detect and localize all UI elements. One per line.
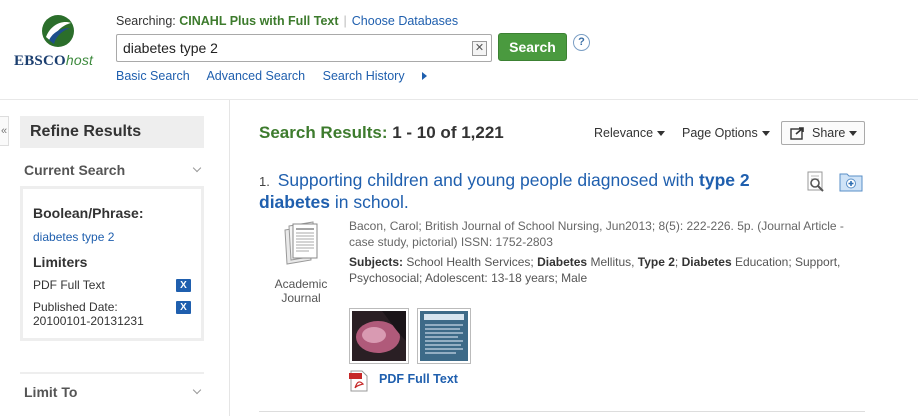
caret-down-icon	[657, 131, 666, 136]
academic-journal-icon	[284, 221, 318, 265]
column-divider	[229, 100, 230, 416]
help-icon[interactable]: ?	[573, 34, 590, 51]
limiter-published-date: Published Date: 20100101-20131231 X	[33, 300, 191, 328]
top-header: EBSCOhost Searching: CINAHL Plus with Fu…	[0, 0, 918, 100]
caret-down-icon	[849, 131, 858, 136]
searching-line: Searching: CINAHL Plus with Full Text | Ch…	[116, 14, 458, 28]
limiter-label: Published Date:	[33, 300, 118, 314]
search-input[interactable]	[123, 39, 463, 57]
pub-type-label: Academic Journal	[267, 277, 335, 305]
triangle-right-icon	[421, 72, 427, 80]
page-options-label: Page Options	[682, 126, 758, 140]
title-highlight: type 2	[699, 170, 750, 190]
result-title-link[interactable]: 1. Supporting children and young people …	[259, 170, 779, 213]
image-thumbnail[interactable]	[417, 308, 471, 364]
subjects-info: Subjects: School Health Services; Diabet…	[349, 254, 849, 286]
share-label: Share	[812, 126, 846, 140]
search-box: ✕	[116, 34, 492, 62]
boolean-phrase-term-link[interactable]: diabetes type 2	[33, 230, 191, 244]
basic-search-link[interactable]: Basic Search	[116, 69, 190, 83]
subjects-text: Mellitus,	[587, 255, 638, 269]
searching-label: Searching:	[116, 14, 176, 28]
refine-results-title: Refine Results	[20, 116, 204, 148]
results-range: 1 - 10 of 1,221	[392, 123, 504, 142]
current-search-header[interactable]: Current Search	[20, 156, 204, 184]
pdf-full-text-link[interactable]: PDF Full Text	[349, 370, 458, 392]
limiter-label: PDF Full Text	[33, 278, 105, 292]
caret-down-icon	[761, 131, 770, 136]
results-heading-label: Search Results:	[259, 123, 388, 142]
result-divider	[259, 411, 865, 412]
advanced-search-link[interactable]: Advanced Search	[206, 69, 305, 83]
title-highlight: diabetes	[259, 192, 330, 212]
add-to-folder-icon[interactable]	[839, 170, 863, 192]
current-search-label: Current Search	[24, 162, 126, 178]
subjects-highlight: Type 2	[637, 255, 675, 269]
citation-info: Bacon, Carol; British Journal of School …	[349, 219, 844, 249]
pdf-full-text-label: PDF Full Text	[379, 372, 458, 386]
logo-wordmark: EBSCOhost	[14, 52, 93, 70]
subjects-highlight: Diabetes	[681, 255, 732, 269]
remove-limiter-button[interactable]: X	[176, 279, 191, 292]
choose-databases-link[interactable]: Choose Databases	[352, 14, 458, 28]
photo-thumbnail-image	[352, 311, 406, 361]
current-search-box: Boolean/Phrase: diabetes type 2 Limiters…	[20, 186, 204, 341]
ebsco-logo-mark	[42, 15, 74, 47]
image-thumbnail[interactable]	[349, 308, 409, 364]
logo-host: host	[65, 52, 94, 68]
title-part: in school.	[330, 192, 409, 212]
search-history-label: Search History	[322, 69, 405, 83]
result-number: 1.	[259, 174, 270, 189]
subjects-text: School Health Services;	[403, 255, 538, 269]
pub-type-line: Journal	[281, 291, 321, 305]
clear-search-button[interactable]: ✕	[472, 41, 487, 56]
limit-to-section: Limit To	[20, 372, 204, 406]
sort-dropdown[interactable]: Relevance	[594, 126, 666, 140]
page-options-dropdown[interactable]: Page Options	[682, 126, 770, 140]
pub-type-line: Academic	[274, 277, 328, 291]
title-part: Supporting children and young people dia…	[277, 170, 700, 190]
subjects-label: Subjects:	[349, 255, 404, 269]
chevron-down-icon	[192, 385, 202, 395]
limit-to-header[interactable]: Limit To	[20, 378, 204, 406]
pdf-icon	[349, 370, 368, 392]
search-button[interactable]: Search	[498, 33, 567, 61]
share-button[interactable]: Share	[781, 121, 865, 145]
separator: |	[343, 14, 347, 28]
limit-to-label: Limit To	[24, 384, 78, 400]
limiters-label: Limiters	[33, 254, 88, 270]
results-heading: Search Results: 1 - 10 of 1,221	[259, 123, 504, 143]
limiter-pdf-full-text: PDF Full Text X	[33, 278, 191, 292]
limiter-value: 20100101-20131231	[33, 314, 144, 328]
sort-label: Relevance	[594, 126, 654, 140]
boolean-phrase-label: Boolean/Phrase:	[33, 205, 144, 221]
database-name: CINAHL Plus with Full Text	[179, 14, 339, 28]
search-subnav: Basic Search Advanced Search Search Hist…	[116, 69, 455, 83]
chevron-down-icon	[192, 163, 202, 173]
result-item: 1. Supporting children and young people …	[259, 170, 865, 392]
publication-type: Academic Journal	[267, 220, 335, 305]
ebscohost-logo[interactable]: EBSCOhost	[14, 12, 98, 72]
subjects-text: ;	[674, 255, 682, 269]
ebsco-results-page: EBSCOhost Searching: CINAHL Plus with Fu…	[0, 0, 918, 416]
search-history-link[interactable]: Search History	[323, 69, 441, 83]
remove-limiter-button[interactable]: X	[176, 301, 191, 314]
logo-brand: EBSCO	[14, 53, 66, 69]
share-icon	[790, 127, 804, 140]
text-thumbnail-image	[420, 311, 468, 361]
refine-sidebar: Refine Results Current Search Boolean/Ph…	[20, 116, 204, 400]
subjects-highlight: Diabetes	[537, 255, 588, 269]
magnifier-preview-icon[interactable]	[805, 170, 827, 192]
collapse-sidebar-button[interactable]: «	[0, 116, 9, 146]
